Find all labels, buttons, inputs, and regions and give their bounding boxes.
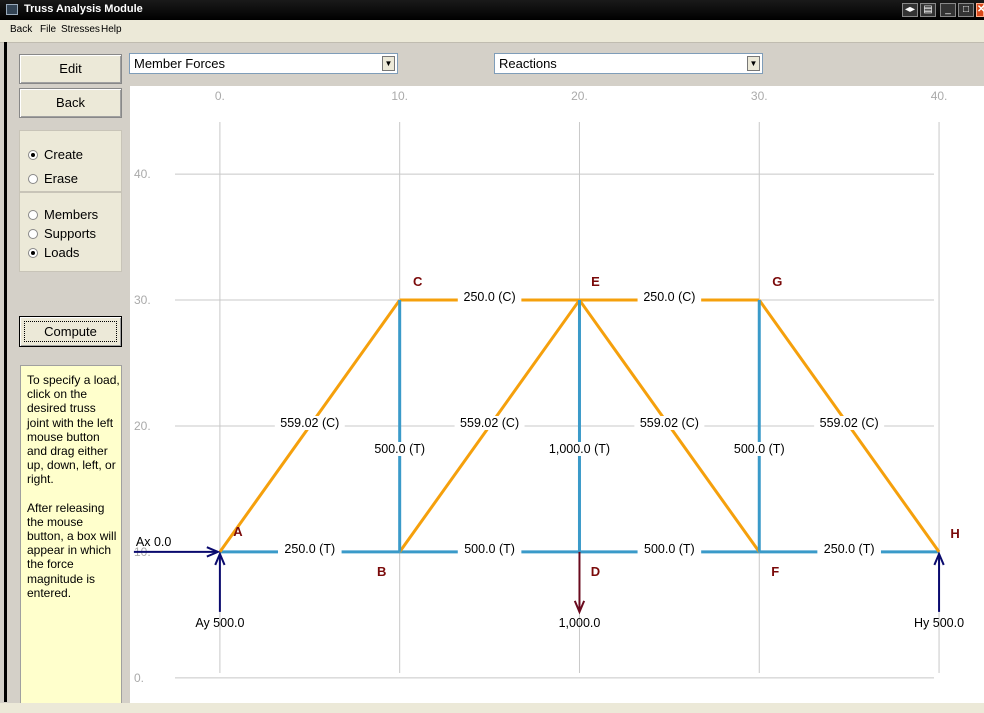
member-force-label: 500.0 (T) — [374, 442, 425, 456]
mode-group: Create Erase — [19, 130, 122, 192]
dropdown-value: Reactions — [499, 56, 557, 71]
type-group: Members Supports Loads — [19, 192, 122, 272]
joint-label-h: H — [950, 526, 959, 541]
help-paragraph: To specify a load, click on the desired … — [27, 373, 120, 487]
maximize-button[interactable]: □ — [958, 3, 974, 17]
joint-label-f: F — [771, 564, 779, 579]
loads-label: Loads — [44, 245, 80, 260]
members-label: Members — [44, 207, 99, 222]
members-radio[interactable]: Members — [28, 207, 98, 222]
member-force-label: 559.02 (C) — [460, 416, 519, 430]
joint-label-g: G — [772, 274, 782, 289]
menu-bar: Back File Stresses Help — [0, 20, 984, 43]
y-tick-label: 0. — [134, 671, 144, 685]
member-force-label: 250.0 (T) — [824, 542, 875, 556]
member-force-label: 1,000.0 (T) — [549, 442, 610, 456]
truss-diagram: 0. 10. 20. 30. 40.40.30.20.10.0.250.0 (T) 500… — [133, 89, 964, 685]
radio-indicator — [28, 247, 38, 258]
menu-back[interactable]: Back — [10, 24, 32, 35]
title-bar: Truss Analysis Module ◂▸ ▤ _ □ ✕ — [0, 0, 984, 20]
back-button[interactable]: Back — [19, 88, 122, 118]
load-label: 1,000.0 — [559, 616, 601, 630]
status-bar — [0, 703, 984, 713]
reaction-label: Ay 500.0 — [195, 616, 244, 630]
joint-label-d: D — [591, 564, 600, 579]
window-frame — [4, 42, 7, 702]
loads-radio[interactable]: Loads — [28, 245, 79, 260]
member-force-label: 559.02 (C) — [640, 416, 699, 430]
menu-help[interactable]: Help — [101, 24, 122, 35]
erase-label: Erase — [44, 171, 78, 186]
radio-indicator — [28, 173, 38, 184]
member-force-label: 250.0 (T) — [284, 542, 335, 556]
supports-label: Supports — [44, 226, 97, 241]
create-radio[interactable]: Create — [28, 147, 83, 162]
menu-file[interactable]: File — [40, 24, 56, 35]
joint-label-b: B — [377, 564, 386, 579]
radio-indicator — [28, 149, 38, 160]
erase-radio[interactable]: Erase — [28, 171, 78, 186]
chevron-down-icon[interactable]: ▼ — [747, 56, 760, 71]
close-button[interactable]: ✕ — [976, 3, 984, 17]
tile-icon[interactable]: ▤ — [920, 3, 936, 17]
member-forces-dropdown[interactable]: Member Forces ▼ — [129, 53, 398, 74]
minimize-button[interactable]: _ — [940, 3, 956, 17]
app-icon — [6, 4, 18, 15]
radio-indicator — [28, 228, 38, 239]
truss-canvas[interactable]: 0. 10. 20. 30. 40. 40. 30. 20. 10. 0. 250.0 (T) 500… — [130, 86, 984, 703]
compute-button[interactable]: Compute — [19, 316, 122, 347]
member-force-label: 500.0 (T) — [464, 542, 515, 556]
window-title: Truss Analysis Module — [24, 3, 143, 15]
y-tick-label: 20. — [134, 419, 151, 433]
edit-button[interactable]: Edit — [19, 54, 122, 84]
radio-indicator — [28, 209, 38, 220]
chevron-down-icon[interactable]: ▼ — [382, 56, 395, 71]
supports-radio[interactable]: Supports — [28, 226, 96, 241]
x-tick-label: 0. — [215, 89, 225, 103]
joint-label-c: C — [413, 274, 423, 289]
member-force-label: 559.02 (C) — [820, 416, 879, 430]
help-panel: To specify a load, click on the desired … — [20, 365, 122, 705]
reaction-label: Hy 500.0 — [914, 616, 964, 630]
dropdown-value: Member Forces — [134, 56, 226, 71]
member-force-label: 559.02 (C) — [280, 416, 339, 430]
reaction-label: Ax 0.0 — [136, 535, 171, 549]
focus-rect — [24, 321, 117, 342]
joint-label-e: E — [591, 274, 600, 289]
restore-arrows-icon[interactable]: ◂▸ — [902, 3, 918, 17]
y-tick-label: 30. — [134, 293, 151, 307]
help-paragraph: After releasing the mouse button, a box … — [27, 500, 117, 600]
y-tick-label: 40. — [134, 167, 151, 181]
x-tick-label: 20. — [571, 89, 588, 103]
joint-label-a: A — [233, 524, 243, 539]
member-force-label: 250.0 (C) — [464, 290, 516, 304]
member-force-label: 500.0 (T) — [644, 542, 695, 556]
member-force-label: 500.0 (T) — [734, 442, 785, 456]
create-label: Create — [44, 147, 84, 162]
x-tick-label: 10. — [391, 89, 408, 103]
x-tick-label: 30. — [751, 89, 768, 103]
reactions-dropdown[interactable]: Reactions ▼ — [494, 53, 763, 74]
x-tick-label: 40. — [931, 89, 948, 103]
member-force-label: 250.0 (C) — [643, 290, 695, 304]
menu-stresses[interactable]: Stresses — [61, 24, 100, 35]
